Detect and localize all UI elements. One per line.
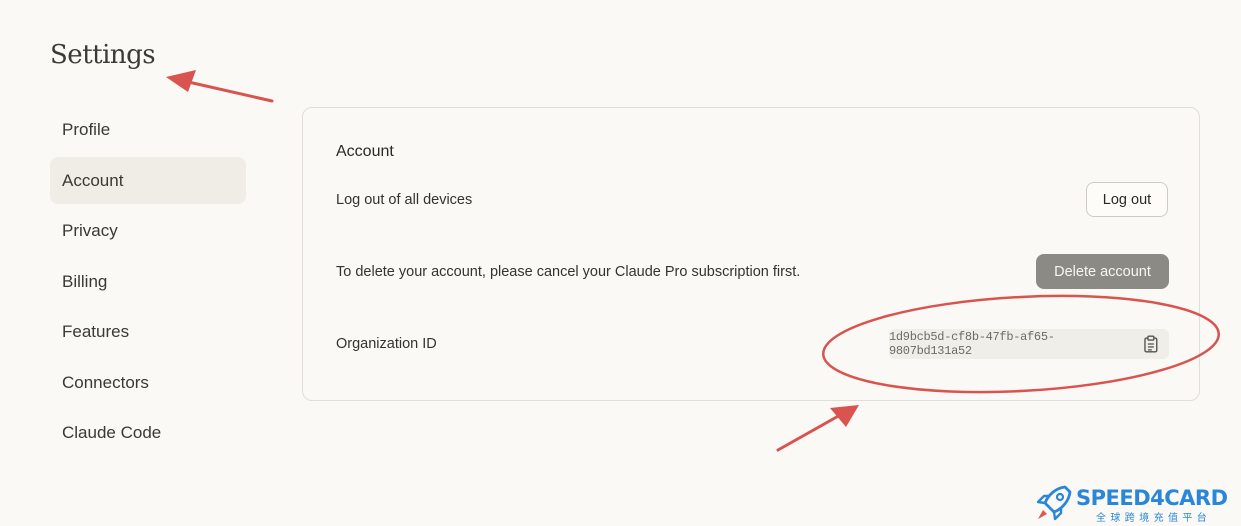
page-title: Settings: [50, 40, 156, 70]
sidebar-item-billing[interactable]: Billing: [50, 258, 246, 305]
watermark-tagline: 全球跨境充值平台: [1096, 513, 1212, 524]
clipboard-icon[interactable]: [1143, 335, 1159, 353]
sidebar-item-privacy[interactable]: Privacy: [50, 207, 246, 254]
watermark-name: SPEED4CARD: [1076, 486, 1228, 510]
delete-account-button[interactable]: Delete account: [1036, 254, 1169, 289]
annotation-arrow-title: [166, 70, 274, 103]
organization-id-value[interactable]: 1d9bcb5d-cf8b-47fb-af65-9807bd131a52: [889, 330, 1133, 358]
annotation-arrow-org-id: [776, 405, 859, 452]
sidebar-item-account[interactable]: Account: [50, 156, 246, 204]
speed4card-watermark: SPEED4CARD 全球跨境充值平台: [1034, 481, 1238, 525]
delete-account-label: To delete your account, please cancel yo…: [336, 264, 801, 280]
sidebar-item-connectors[interactable]: Connectors: [50, 359, 246, 406]
sidebar-item-profile[interactable]: Profile: [50, 106, 246, 153]
account-card: Account Log out of all devices Log out T…: [302, 107, 1200, 401]
sidebar-item-claude-code[interactable]: Claude Code: [50, 409, 246, 456]
organization-id-field[interactable]: 1d9bcb5d-cf8b-47fb-af65-9807bd131a52: [889, 329, 1169, 359]
logout-button[interactable]: Log out: [1086, 182, 1168, 217]
organization-id-label: Organization ID: [336, 336, 437, 352]
sidebar-item-features[interactable]: Features: [50, 308, 246, 355]
rocket-icon: [1036, 485, 1072, 521]
section-title: Account: [336, 143, 394, 160]
logout-label: Log out of all devices: [336, 192, 473, 208]
settings-sidebar: Profile Account Privacy Billing Features…: [50, 106, 246, 460]
